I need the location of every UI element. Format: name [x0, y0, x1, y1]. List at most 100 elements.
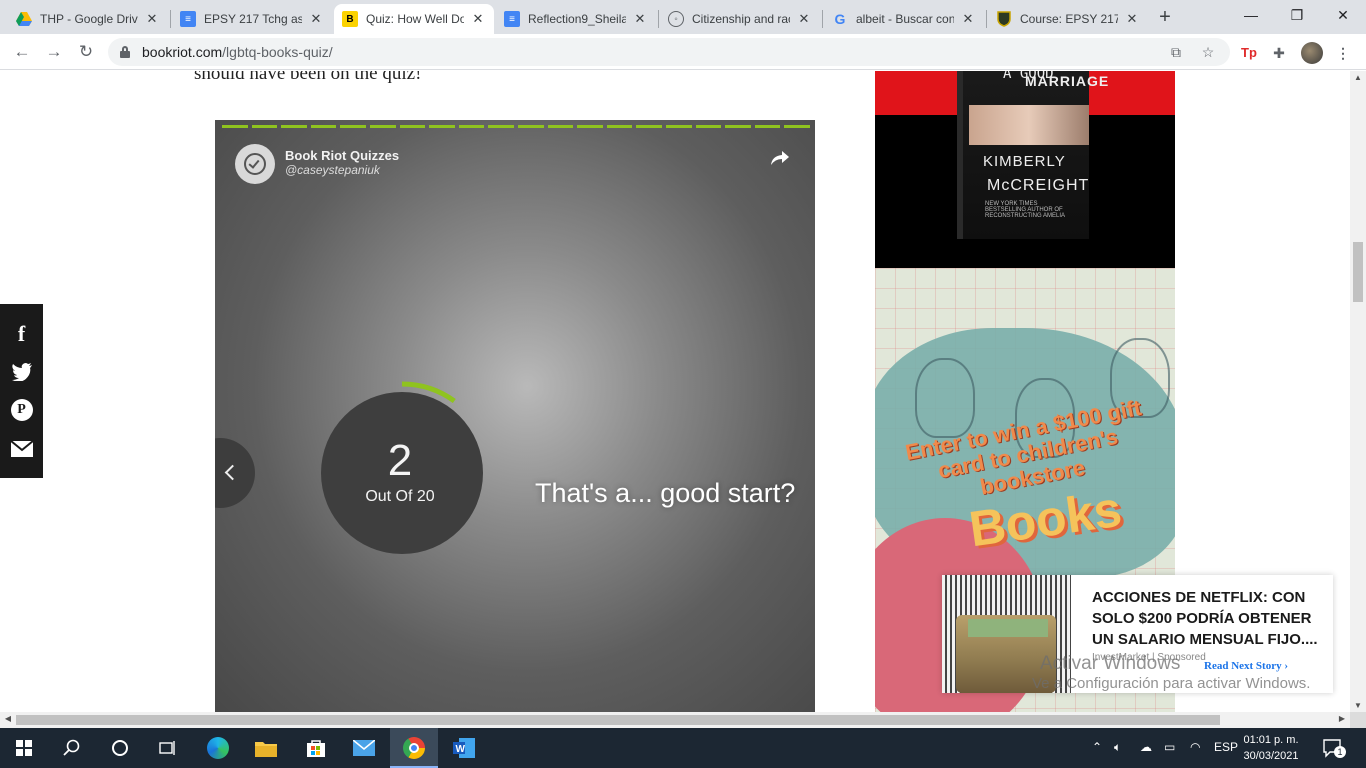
progress-segment	[695, 125, 722, 128]
progress-segment	[725, 125, 751, 128]
reload-button[interactable]: ↻	[74, 40, 98, 64]
extensions-puzzle-icon[interactable]: ✚	[1268, 42, 1290, 64]
vertical-scrollbar[interactable]: ▲ ▼	[1350, 71, 1366, 712]
url-path: /lgbtq-books-quiz/	[222, 44, 333, 60]
task-view-icon[interactable]	[144, 728, 192, 768]
url-text[interactable]: bookriot.com/lgbtq-books-quiz/	[142, 44, 333, 60]
close-tab-icon[interactable]: ✕	[632, 11, 648, 27]
progress-segment	[399, 125, 426, 128]
horizontal-scrollbar[interactable]: ◀ ▶	[0, 712, 1350, 728]
battery-icon[interactable]: ▭	[1164, 740, 1175, 754]
edge-icon[interactable]	[194, 728, 242, 768]
search-icon[interactable]	[48, 728, 96, 768]
close-tab-icon[interactable]: ✕	[960, 11, 976, 27]
restore-button[interactable]: ❐	[1274, 0, 1320, 30]
book-riot-icon: B	[342, 11, 358, 27]
progress-dashes	[222, 125, 810, 128]
activate-windows-watermark: Activar Windows Ve a Configuración para …	[1032, 653, 1310, 694]
share-icon[interactable]	[769, 148, 791, 168]
facebook-icon[interactable]: f	[0, 316, 43, 352]
tab-reflection-doc[interactable]: ≡ Reflection9_Sheila ✕	[496, 4, 656, 34]
wifi-icon[interactable]: ◠	[1190, 740, 1200, 754]
chevron-left-icon	[224, 464, 241, 481]
close-tab-icon[interactable]: ✕	[470, 11, 486, 27]
horizontal-scroll-thumb[interactable]	[16, 715, 1220, 725]
google-icon: G	[834, 11, 846, 27]
network-icon[interactable]: ☁︎	[1140, 740, 1152, 754]
svg-text:W: W	[456, 744, 466, 755]
watermark-title: Activar Windows	[1040, 653, 1181, 674]
close-tab-icon[interactable]: ✕	[1124, 11, 1140, 27]
notification-count: 1	[1334, 746, 1346, 758]
progress-segment	[784, 125, 810, 128]
tray-chevron-icon[interactable]: ⌃	[1092, 740, 1102, 754]
progress-segment	[577, 125, 603, 128]
bookmark-star-icon[interactable]: ☆	[1198, 42, 1218, 62]
minimize-button[interactable]: —	[1228, 0, 1274, 30]
translate-icon[interactable]: ⧉	[1166, 42, 1186, 62]
tab-title: THP - Google Drive	[40, 12, 138, 26]
cortana-icon[interactable]	[96, 728, 144, 768]
tab-title: Quiz: How Well Do	[366, 12, 464, 26]
tab-course[interactable]: Course: EPSY 217 ( ✕	[988, 4, 1148, 34]
tab-google-drive[interactable]: THP - Google Drive ✕	[8, 4, 168, 34]
pinterest-icon[interactable]: P	[0, 392, 43, 428]
tab-epsy-doc[interactable]: ≡ EPSY 217 Tchg as a ✕	[172, 4, 332, 34]
progress-segment	[606, 125, 633, 128]
intro-text: should have been on the quiz!	[194, 71, 422, 84]
forward-button[interactable]: →	[42, 40, 66, 64]
quiz-brand-name: Book Riot Quizzes	[285, 148, 400, 163]
extension-tp-icon[interactable]: Tp	[1238, 42, 1260, 64]
score-ring: 2 Out Of 20	[305, 368, 495, 558]
language-indicator[interactable]: ESP	[1214, 740, 1238, 754]
microsoft-store-icon[interactable]	[292, 728, 340, 768]
word-icon[interactable]: W	[440, 728, 488, 768]
system-clock[interactable]: 01:01 p. m. 30/03/2021	[1236, 732, 1306, 764]
vertical-scroll-thumb[interactable]	[1353, 242, 1363, 302]
url-domain: bookriot.com	[142, 44, 223, 60]
progress-segment	[340, 125, 366, 128]
windows-taskbar: W ⌃ 🔈︎ ☁︎ ▭ ◠ ESP 01:01 p. m. 30/03/2021…	[0, 728, 1366, 768]
volume-icon[interactable]: 🔈︎	[1114, 740, 1121, 755]
google-drive-icon	[16, 11, 32, 27]
file-explorer-icon[interactable]	[242, 728, 290, 768]
book-advertisement[interactable]: A GOOD MARRIAGE KIMBERLY McCREIGHT NEW Y…	[875, 71, 1175, 268]
tab-quiz[interactable]: B Quiz: How Well Do ✕	[334, 4, 494, 34]
book-author-line2: McCREIGHT	[987, 177, 1090, 194]
browser-toolbar: ← → ↻ bookriot.com/lgbtq-books-quiz/ ⧉ ☆…	[0, 34, 1366, 70]
progress-segment	[429, 125, 455, 128]
score-value: 2	[387, 436, 413, 485]
notification-center-icon[interactable]: 1	[1322, 738, 1346, 758]
book-cover: A GOOD MARRIAGE KIMBERLY McCREIGHT NEW Y…	[957, 71, 1108, 239]
close-tab-icon[interactable]: ✕	[144, 11, 160, 27]
back-button[interactable]: ←	[10, 40, 34, 64]
progress-segment	[251, 125, 278, 128]
twitter-icon[interactable]	[0, 354, 43, 390]
tab-title: Reflection9_Sheila	[528, 12, 626, 26]
progress-segment	[636, 125, 662, 128]
close-tab-icon[interactable]: ✕	[796, 11, 812, 27]
profile-avatar[interactable]	[1301, 42, 1323, 64]
book-tagline: NEW YORK TIMES BESTSELLING AUTHOR OF REC…	[985, 201, 1066, 219]
google-docs-icon: ≡	[180, 11, 196, 27]
progress-segment	[517, 125, 544, 128]
chrome-taskbar-icon[interactable]	[390, 728, 438, 768]
email-icon[interactable]	[0, 431, 43, 467]
close-tab-icon[interactable]: ✕	[308, 11, 324, 27]
mail-icon[interactable]	[340, 728, 388, 768]
tab-citizenship[interactable]: ◦ Citizenship and rac ✕	[660, 4, 820, 34]
progress-segment	[488, 125, 514, 128]
tab-strip: THP - Google Drive ✕ ≡ EPSY 217 Tchg as …	[0, 0, 1366, 34]
tab-title: Citizenship and rac	[692, 12, 790, 26]
quiz-author-handle[interactable]: @caseystepaniuk	[285, 163, 380, 177]
progress-segment	[665, 125, 692, 128]
tab-google-search[interactable]: G albeit - Buscar con ✕	[824, 4, 984, 34]
windows-start-icon[interactable]	[0, 728, 48, 768]
chrome-menu-icon[interactable]: ⋮	[1332, 42, 1354, 64]
new-tab-button[interactable]: +	[1154, 6, 1176, 28]
previous-button[interactable]	[215, 438, 255, 508]
book-title-line2: MARRIAGE	[1025, 73, 1110, 89]
next-story-headline[interactable]: ACCIONES DE NETFLIX: CON SOLO $200 PODRÍ…	[1092, 587, 1322, 650]
close-window-button[interactable]: ✕	[1320, 0, 1366, 30]
address-bar[interactable]: bookriot.com/lgbtq-books-quiz/ ⧉ ☆	[108, 38, 1230, 66]
